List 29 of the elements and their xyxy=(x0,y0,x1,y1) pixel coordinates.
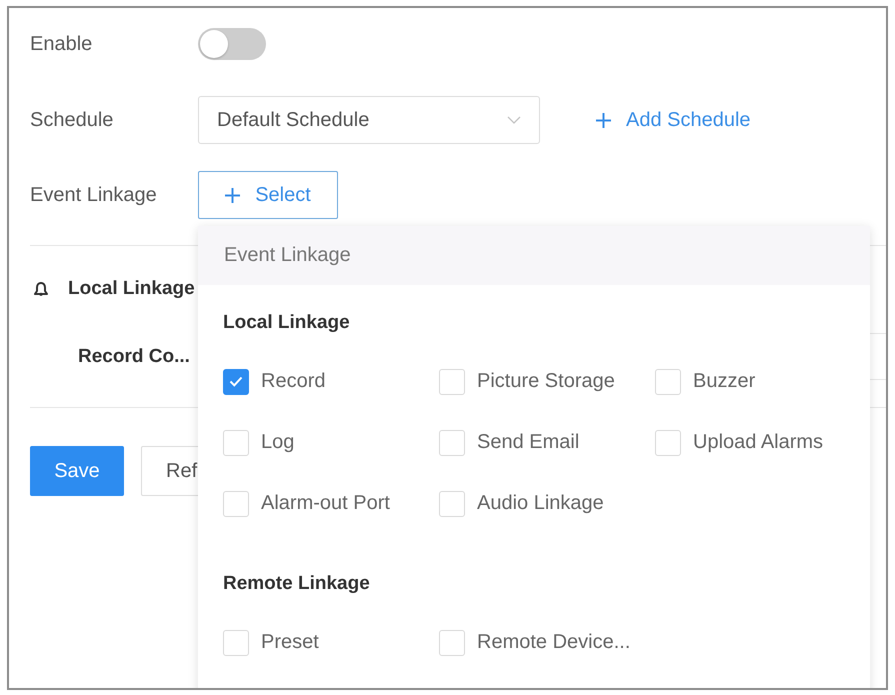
checkbox[interactable] xyxy=(223,368,249,394)
option-label[interactable]: Remote Device... xyxy=(477,631,630,654)
group-title: Remote Linkage xyxy=(223,572,370,596)
schedule-select[interactable]: Default Schedule xyxy=(198,96,540,144)
option-label[interactable]: Audio Linkage xyxy=(477,492,604,515)
checkmark-icon xyxy=(229,376,243,387)
select-button[interactable]: Select xyxy=(198,171,338,219)
field-label: Enable xyxy=(30,32,94,56)
add-schedule-link[interactable]: Add Schedule xyxy=(596,108,751,132)
option-label[interactable]: Buzzer xyxy=(693,370,756,393)
option-label[interactable]: Upload Alarms xyxy=(693,431,824,454)
option-label[interactable]: Picture Storage xyxy=(477,370,615,393)
option-label[interactable]: Alarm-out Port xyxy=(261,492,390,515)
field-label: Event Linkage xyxy=(30,183,158,207)
section-title: Local Linkage xyxy=(68,277,195,301)
option-label[interactable]: Record xyxy=(261,370,326,393)
enable-toggle[interactable] xyxy=(198,28,266,60)
plus-icon xyxy=(225,188,240,202)
group-title: Local Linkage xyxy=(223,311,350,335)
option-label[interactable]: Send Email xyxy=(477,431,580,454)
plus-icon xyxy=(596,112,611,128)
dropdown-header: Event Linkage xyxy=(198,226,870,285)
chevron-down-icon xyxy=(507,116,521,124)
option-label[interactable]: Preset xyxy=(261,631,319,654)
save-button[interactable]: Save xyxy=(30,446,124,496)
bell-icon xyxy=(34,282,48,296)
field-label: Schedule xyxy=(30,108,114,132)
row-label: Record Co... xyxy=(78,344,191,368)
option-label[interactable]: Log xyxy=(261,431,294,454)
